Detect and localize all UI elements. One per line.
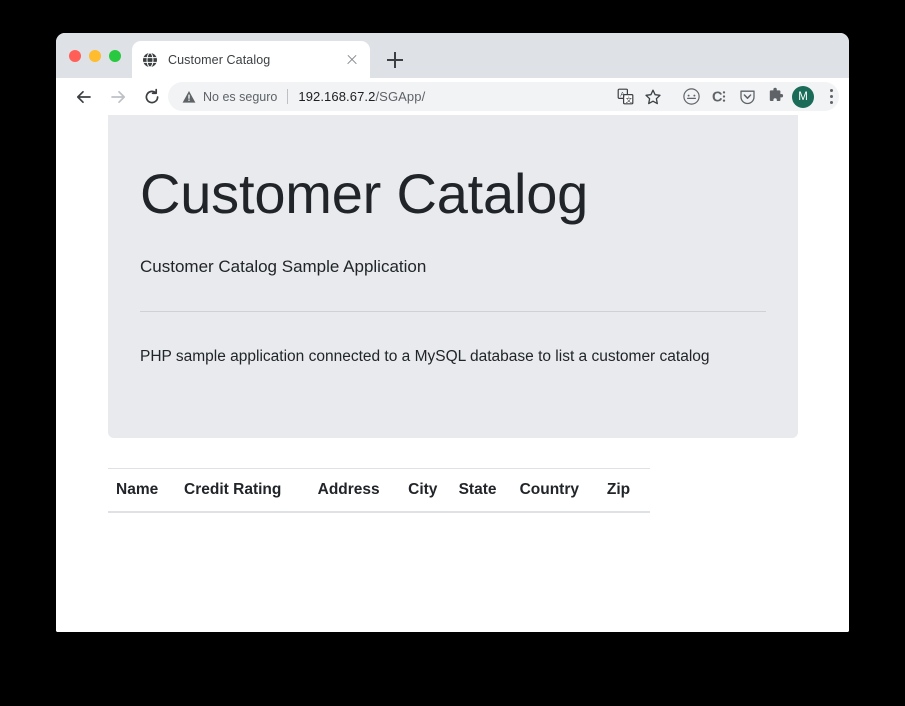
reload-button[interactable] (138, 83, 166, 111)
url-path: /SGApp/ (375, 89, 426, 104)
close-tab-icon[interactable] (344, 52, 360, 68)
translate-button[interactable]: A 文 (611, 83, 639, 111)
jumbotron-divider (140, 311, 766, 313)
reload-icon (145, 88, 159, 103)
tab-title: Customer Catalog (168, 52, 271, 67)
warning-triangle-icon (182, 90, 196, 103)
extension-c-button[interactable]: C (705, 83, 733, 111)
column-header-country: Country (519, 468, 607, 513)
forward-button[interactable] (104, 83, 132, 111)
incognito-dots-icon (682, 88, 700, 105)
table-header-row: Name Credit Rating Address City State Co… (108, 468, 650, 513)
column-header-zip: Zip (606, 468, 650, 513)
back-button[interactable] (70, 83, 98, 111)
browser-window: Customer Catalog No es seguro 192.168.67… (56, 33, 849, 632)
svg-text:文: 文 (625, 95, 632, 104)
browser-tab[interactable]: Customer Catalog (132, 41, 370, 78)
toolbar-icon-group: A 文 C M (608, 80, 845, 113)
bookmark-button[interactable] (639, 83, 667, 111)
omnibox-separator (287, 89, 289, 104)
kebab-menu-icon (820, 86, 842, 108)
svg-text:C: C (712, 90, 723, 106)
avatar: M (792, 85, 814, 108)
omnibox-actions-pill: A 文 (608, 82, 670, 111)
pocket-shield-icon (739, 90, 755, 105)
browser-toolbar: No es seguro 192.168.67.2/SGApp/ A 文 C M (56, 78, 849, 116)
maximize-window-button[interactable] (109, 50, 121, 62)
svg-text:A: A (620, 91, 625, 98)
profile-avatar-button[interactable]: M (789, 83, 817, 111)
column-header-name: Name (108, 468, 185, 513)
close-window-button[interactable] (69, 50, 81, 62)
column-header-address: Address (317, 468, 409, 513)
url-text: 192.168.67.2/SGApp/ (298, 89, 425, 104)
tab-strip: Customer Catalog (56, 33, 849, 78)
column-header-credit-rating: Credit Rating (184, 468, 318, 513)
bookmark-star-icon (645, 89, 661, 104)
catalog-table: Name Credit Rating Address City State Co… (108, 468, 650, 513)
minimize-window-button[interactable] (89, 50, 101, 62)
globe-icon (143, 52, 157, 67)
security-status-label: No es seguro (203, 89, 278, 104)
extensions-button[interactable] (761, 83, 789, 111)
url-host: 192.168.67.2 (298, 89, 376, 104)
incognito-button[interactable] (677, 83, 705, 111)
window-controls (69, 50, 121, 62)
extension-c-icon: C (712, 90, 725, 106)
catalog-table-container: Name Credit Rating Address City State Co… (108, 468, 650, 513)
puzzle-extensions-icon (769, 87, 783, 101)
jumbotron: Customer Catalog Customer Catalog Sample… (108, 115, 798, 438)
new-tab-button[interactable] (384, 49, 406, 71)
browser-menu-button[interactable] (817, 83, 845, 111)
page-title: Customer Catalog (140, 162, 589, 225)
column-header-city: City (408, 468, 459, 513)
page-subtitle: Customer Catalog Sample Application (140, 256, 427, 276)
back-arrow-icon (76, 90, 91, 103)
translate-icon: A 文 (617, 88, 633, 105)
table-head: Name Credit Rating Address City State Co… (108, 468, 650, 513)
column-header-state: State (458, 468, 520, 513)
pocket-button[interactable] (733, 83, 761, 111)
forward-arrow-icon (111, 90, 126, 103)
page-description: PHP sample application connected to a My… (140, 348, 710, 366)
page-viewport: Customer Catalog Customer Catalog Sample… (56, 115, 849, 632)
